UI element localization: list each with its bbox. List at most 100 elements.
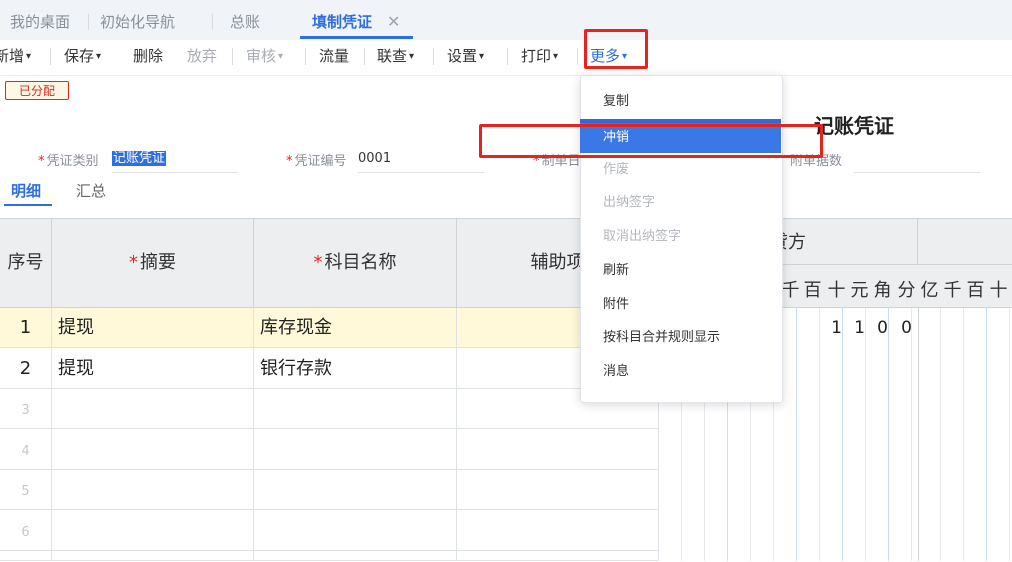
print-button[interactable]: 打印 ▾ [521,40,558,75]
digit-column [866,308,889,561]
review-button[interactable]: 审核 ▾ [246,40,283,75]
save-button[interactable]: 保存 ▾ [64,40,101,75]
tab-fill-voucher[interactable]: 填制凭证 [312,0,372,40]
voucher-title: 记账凭证 [814,114,894,138]
row-aux-cell[interactable] [457,551,659,561]
digit-header: 千 [943,280,962,301]
digit-header: 十 [827,280,846,301]
toolbar-divider [50,48,51,65]
subtab-summary[interactable]: 汇总 [76,180,106,201]
attachments-field[interactable] [854,148,980,173]
row-seq-cell[interactable]: 1 [0,308,52,348]
tab-divider [88,14,89,30]
row-summary-cell[interactable]: 提现 [52,308,254,348]
digit-header: 角 [873,280,892,301]
review-label: 审核 [246,47,277,65]
digit-column [987,308,1010,561]
row-seq-cell[interactable]: 6 [0,510,52,551]
add-button[interactable]: 新增 ▾ [0,40,31,75]
header-amount-group [918,219,1012,265]
row-summary-cell[interactable] [52,389,254,429]
active-tab-indicator [300,36,413,39]
menu-item-void[interactable]: 作废 [580,153,781,187]
required-mark: * [129,252,138,273]
digit-header: 十 [989,280,1008,301]
row-seq-cell[interactable]: 3 [0,389,52,429]
row-account-cell[interactable] [254,429,457,470]
row-summary-cell[interactable] [52,429,254,470]
header-account: * 科目名称 [254,219,457,308]
subtab-detail[interactable]: 明细 [11,180,41,201]
save-label: 保存 [64,47,95,65]
row-account-cell[interactable] [254,470,457,510]
discard-button[interactable]: 放弃 [187,40,217,75]
toolbar-divider [433,48,434,65]
menu-item-refresh[interactable]: 刷新 [580,254,781,288]
digit-column [941,308,964,561]
row-summary-cell[interactable] [52,470,254,510]
row-account-cell[interactable] [254,389,457,429]
toolbar-divider [507,48,508,65]
menu-item-attachment[interactable]: 附件 [580,288,781,322]
voucher-no-label-text: 凭证编号 [294,154,347,169]
voucher-type-label: * 凭证类别 [38,150,99,169]
row-account-cell[interactable]: 库存现金 [254,308,457,348]
digit-header: 百 [803,280,822,301]
row-number: 3 [21,403,30,418]
row-number: 6 [21,525,30,540]
row-aux-cell[interactable] [457,510,659,551]
row-summary-cell[interactable] [52,551,254,561]
digit-column [820,308,843,561]
amount-digit: 1 [831,318,842,338]
tab-my-desktop[interactable]: 我的桌面 [10,0,70,40]
voucher-type-field[interactable]: 记账凭证 [112,148,238,173]
row-seq-cell[interactable]: 4 [0,429,52,470]
settings-label: 设置 [447,47,478,65]
add-label: 新增 [0,47,25,65]
amount-digit: 0 [877,318,888,338]
row-aux-cell[interactable] [457,470,659,510]
required-mark: * [38,154,45,169]
header-account-text: 科目名称 [324,252,397,273]
flow-button[interactable]: 流量 [319,40,349,75]
close-icon[interactable]: ✕ [387,0,400,40]
row-number: 5 [21,484,30,499]
header-summary-text: 摘要 [140,252,176,273]
menu-item-copy[interactable]: 复制 [580,85,781,119]
menu-item-merge-by-account[interactable]: 按科目合并规则显示 [580,321,781,355]
digit-column [797,308,820,561]
toolbar-divider [577,48,578,65]
digit-column [889,308,912,561]
row-seq-cell[interactable] [0,551,52,561]
settings-button[interactable]: 设置 ▾ [447,40,484,75]
tab-divider [212,14,213,30]
delete-button[interactable]: 删除 [133,40,163,75]
status-badge: 已分配 [5,81,69,100]
tab-general-ledger[interactable]: 总账 [230,0,260,40]
row-account-cell[interactable] [254,510,457,551]
digit-header: 分 [897,280,916,301]
row-account-cell[interactable] [254,551,457,561]
chevron-down-icon: ▾ [278,51,284,62]
linked-query-label: 联查 [377,47,408,65]
annotation-box-reverse [479,124,823,158]
menu-item-cancel-cashier-sign[interactable]: 取消出纳签字 [580,220,781,254]
header-summary: * 摘要 [52,219,254,308]
row-summary-cell[interactable] [52,510,254,551]
menu-item-cashier-sign[interactable]: 出纳签字 [580,186,781,220]
linked-query-button[interactable]: 联查 ▾ [377,40,414,75]
voucher-no-field[interactable]: 0001 [358,148,484,173]
tab-init-nav[interactable]: 初始化导航 [100,0,175,40]
menu-item-message[interactable]: 消息 [580,355,781,389]
digit-header: 亿 [920,280,939,301]
row-seq-cell[interactable]: 5 [0,470,52,510]
header-seq: 序号 [0,219,52,308]
digit-header: 元 [850,280,869,301]
required-mark: * [286,154,293,169]
voucher-type-value: 记账凭证 [112,151,167,166]
row-summary-cell[interactable]: 提现 [52,348,254,389]
chevron-down-icon: ▾ [26,51,32,62]
row-aux-cell[interactable] [457,429,659,470]
row-seq-cell[interactable]: 2 [0,348,52,389]
row-account-cell[interactable]: 银行存款 [254,348,457,389]
